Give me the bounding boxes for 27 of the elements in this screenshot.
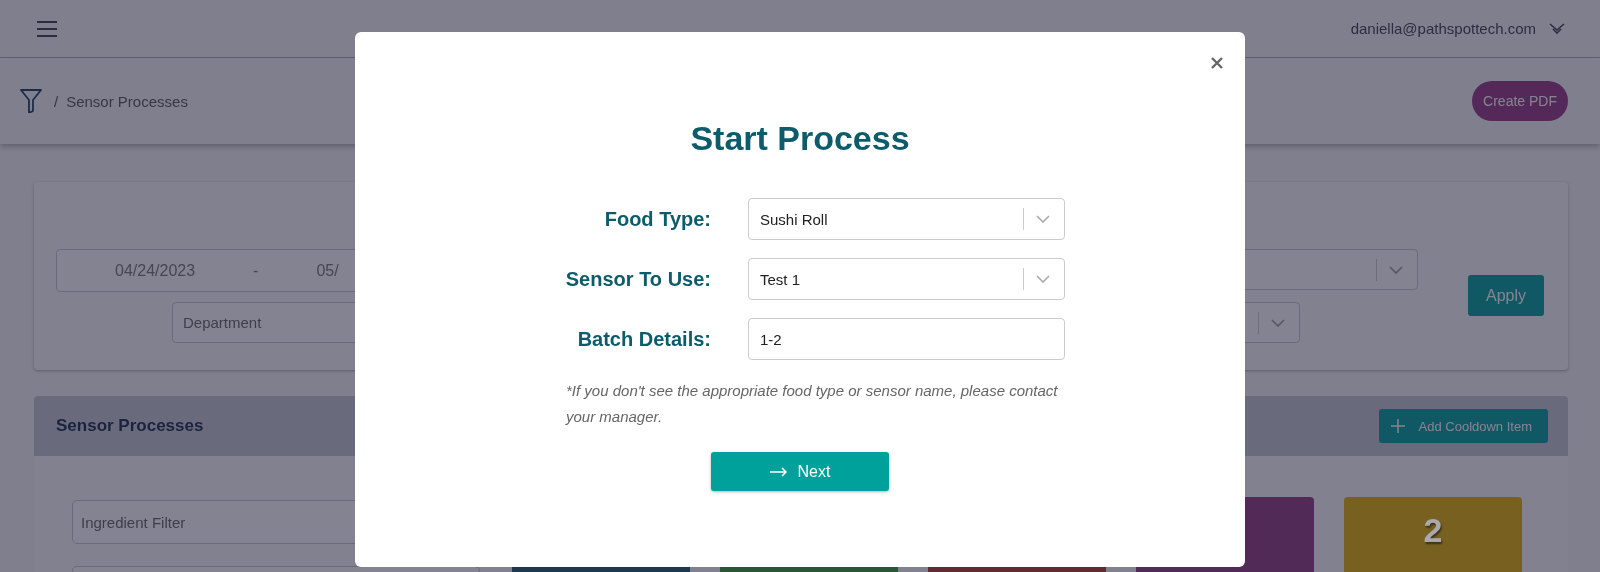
create-pdf-button[interactable]: Create PDF — [1472, 81, 1568, 121]
select-field[interactable]: Test 1 — [748, 258, 1065, 300]
modal-title: Start Process — [690, 118, 910, 158]
next-button[interactable]: Next — [711, 452, 889, 491]
arrow-icon — [769, 466, 788, 477]
batch-details-field[interactable]: 1-2 — [748, 318, 1065, 360]
apply-button[interactable]: Apply — [1468, 275, 1544, 316]
filter-icon[interactable] — [20, 89, 42, 113]
chevron-icon — [1036, 215, 1050, 223]
chevron-icon[interactable] — [1548, 22, 1566, 35]
chevron-icon — [1036, 275, 1050, 283]
select-field[interactable]: Sushi Roll — [748, 198, 1065, 240]
plus-icon — [1390, 419, 1405, 433]
breadcrumb-separator: / — [54, 92, 59, 110]
chevron-icon — [1389, 265, 1403, 274]
chevron-icon — [1271, 318, 1285, 327]
status-tile[interactable]: 2 — [1344, 497, 1522, 572]
field-label: Food Type: — [604, 207, 711, 231]
breadcrumb-item[interactable]: Sensor Processes — [66, 92, 188, 110]
field-label: Batch Details: — [577, 327, 711, 351]
close-icon[interactable] — [1211, 57, 1223, 69]
add-cooldown-item-button[interactable]: Add Cooldown Item — [1378, 409, 1548, 443]
help-note: *If you don't see the appropriate food type or sensor name, please contact your manager. — [566, 381, 1059, 427]
section-title: Sensor Processes — [56, 416, 204, 436]
user-email[interactable]: daniella@pathspottech.com — [1350, 20, 1536, 37]
menu-icon[interactable] — [36, 20, 58, 37]
field-label: Sensor To Use: — [565, 267, 711, 291]
